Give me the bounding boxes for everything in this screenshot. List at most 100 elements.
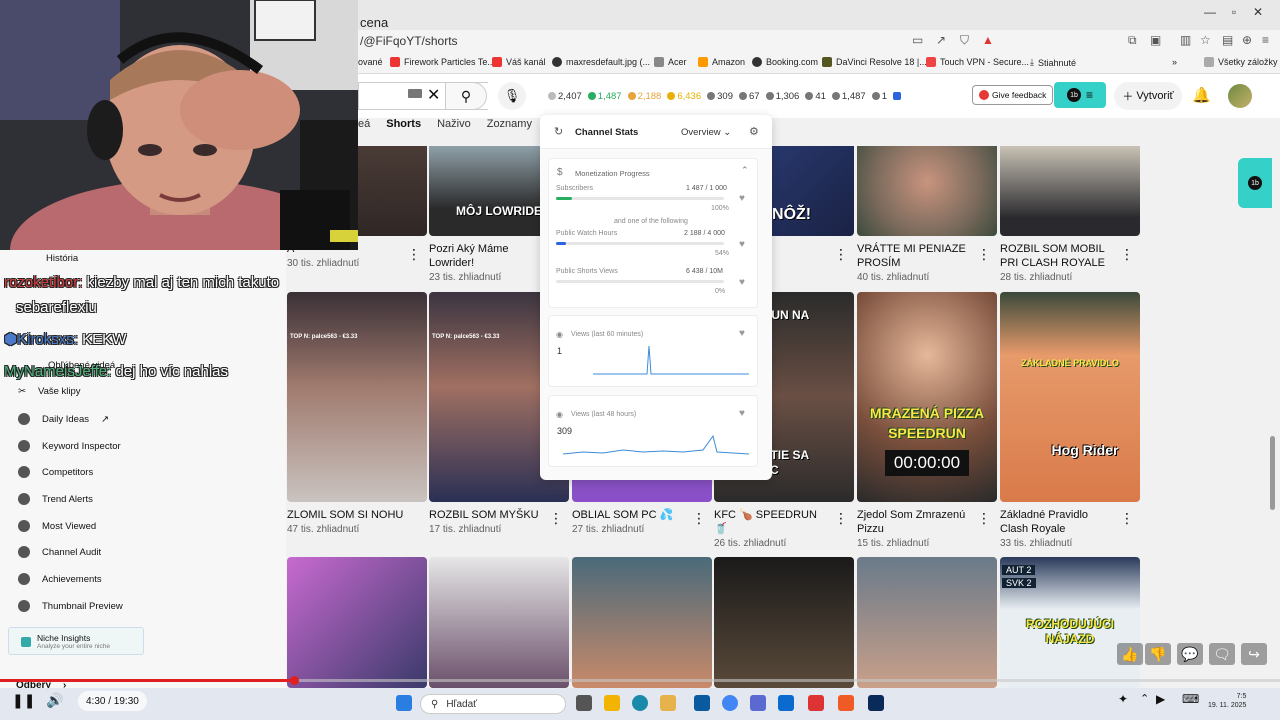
bookmark[interactable]: Touch VPN - Secure...	[926, 57, 1029, 67]
short-card[interactable]: TOP N: palce563 - €3.33 ZLOMIL SOM SI NO…	[287, 292, 427, 535]
tab-live[interactable]: Naživo	[437, 118, 471, 144]
bookmark[interactable]: Všetky záložky	[1204, 57, 1278, 67]
more-icon[interactable]: ⋮	[834, 510, 848, 527]
sparkle-icon[interactable]: ✦	[1118, 692, 1128, 706]
search-button[interactable]: ⚲	[445, 82, 487, 110]
sidebar-item-history[interactable]: História	[46, 253, 78, 264]
chat-reaction-icon[interactable]: 🗨	[1209, 643, 1235, 665]
minimize-icon[interactable]: —	[1198, 5, 1222, 19]
clear-search-icon[interactable]: ✕	[427, 85, 440, 105]
short-thumbnail[interactable]	[714, 557, 854, 688]
short-thumbnail[interactable]: TOP N: palce563 - €3.33	[287, 292, 427, 502]
close-icon[interactable]: ✕	[1246, 5, 1270, 19]
sidebar-item-keyword-inspector[interactable]: Keyword Inspector	[18, 440, 121, 452]
scrollbar[interactable]	[1270, 436, 1275, 510]
give-feedback-button[interactable]: Give feedback	[972, 85, 1054, 105]
url-field[interactable]: /@FiFqoYT/shorts	[360, 34, 458, 48]
bookmark[interactable]: ované	[358, 57, 383, 67]
photoshop-icon[interactable]	[868, 695, 884, 711]
wallet-icon[interactable]: ▤	[1222, 33, 1233, 47]
create-button[interactable]: ＋ Vytvoriť	[1114, 82, 1182, 110]
comment-reaction-icon[interactable]: 💬	[1177, 643, 1203, 665]
short-card[interactable]: MRAZENÁ PIZZA SPEEDRUN 00:00:00 Zjedol S…	[857, 292, 997, 549]
tab-home[interactable]: eá	[358, 118, 370, 144]
sidebar-icon[interactable]: ▥	[1180, 33, 1191, 47]
short-title[interactable]: ROZBIL SOM MOBIL PRI CLASH ROYALE	[1000, 242, 1118, 270]
short-thumbnail[interactable]	[857, 557, 997, 688]
short-thumbnail[interactable]	[572, 557, 712, 688]
bookmark[interactable]: Firework Particles Te...	[390, 57, 495, 67]
bookmark[interactable]: Acer	[654, 57, 687, 67]
media-icon[interactable]: ▶	[1156, 692, 1165, 706]
short-title[interactable]: ROZBIL SOM MYŠKU	[429, 508, 547, 522]
sidebar-item-achievements[interactable]: Achievements	[18, 573, 102, 585]
rewards-icon[interactable]: ▲	[982, 33, 994, 47]
taskbar-search[interactable]: ⚲ Hľadať	[420, 694, 566, 714]
windows-start-icon[interactable]	[396, 695, 412, 711]
heart-icon[interactable]: ♥	[739, 193, 745, 204]
sidebar-item-competitors[interactable]: Competitors	[18, 466, 93, 478]
chrome-icon[interactable]	[722, 695, 738, 711]
vpn-icon[interactable]: ⊕	[1242, 33, 1252, 47]
bookmark[interactable]: ⤓ Stiahnuté	[1030, 57, 1076, 68]
short-title[interactable]: Základné Pravidlo Clash Royale	[1000, 508, 1118, 536]
sidebar-item-most-viewed[interactable]: Most Viewed	[18, 520, 96, 532]
short-thumbnail[interactable]	[287, 557, 427, 688]
dislike-reaction-icon[interactable]: 👎	[1145, 643, 1171, 665]
taskbar-clock[interactable]: 7:5 19. 11. 2025	[1208, 692, 1246, 710]
tab-playlists[interactable]: Zoznamy	[487, 118, 532, 144]
share-reaction-icon[interactable]: ↪	[1241, 643, 1267, 665]
heart-icon[interactable]: ♥	[739, 239, 745, 250]
sidebar-item-trend-alerts[interactable]: Trend Alerts	[18, 493, 93, 505]
settings-icon[interactable]: ⚙	[749, 125, 759, 138]
keyboard-icon[interactable]	[408, 89, 422, 98]
favorites-icon[interactable]: ☆	[1200, 33, 1211, 47]
short-thumbnail[interactable]: MRAZENÁ PIZZA SPEEDRUN 00:00:00	[857, 292, 997, 502]
short-thumbnail[interactable]: AUT 2 SVK 2 ROZHODUJÚCI NÁJAZD	[1000, 557, 1140, 688]
like-reaction-icon[interactable]: 👍	[1117, 643, 1143, 665]
maximize-icon[interactable]: ▫	[1222, 5, 1246, 19]
tab-shorts[interactable]: Shorts	[386, 118, 421, 144]
sidebar-item-clips[interactable]: ✂ Vaše klipy	[18, 386, 81, 397]
sidebar-item-thumbnail-preview[interactable]: Thumbnail Preview	[18, 600, 123, 612]
short-title[interactable]: VRÁTTE MI PENIAZE PROSÍM	[857, 242, 975, 270]
more-icon[interactable]: ⋮	[692, 510, 706, 527]
more-icon[interactable]: ⋮	[549, 510, 563, 527]
pause-icon[interactable]: ❚❚	[12, 692, 35, 709]
bell-icon[interactable]: 🔔	[1192, 86, 1211, 104]
sidebar-item-channel-audit[interactable]: Channel Audit	[18, 546, 101, 558]
short-title[interactable]: ZLOMIL SOM SI NOHU	[287, 508, 405, 522]
more-icon[interactable]: ⋮	[977, 510, 991, 527]
heart-icon[interactable]: ♥	[739, 277, 745, 288]
bookmark[interactable]: DaVinci Resolve 18 |...	[822, 57, 927, 67]
tab-title[interactable]: cena	[360, 15, 388, 30]
short-title[interactable]: Zjedol Som Zmrazenú Pizzu	[857, 508, 975, 536]
voice-search-button[interactable]: 🎙	[498, 82, 526, 110]
volume-icon[interactable]: 🔊	[46, 692, 63, 709]
brave-icon[interactable]	[838, 695, 854, 711]
more-icon[interactable]: ⋮	[1120, 510, 1134, 527]
heart-icon[interactable]: ♥	[739, 408, 745, 419]
menu-icon[interactable]: ≡	[1262, 33, 1269, 47]
app-icon[interactable]	[694, 695, 710, 711]
vidiq-side-button[interactable]: 1b	[1238, 158, 1272, 208]
refresh-icon[interactable]: ↻	[554, 125, 563, 138]
vidiq-button[interactable]: 1b ≡	[1054, 82, 1106, 108]
shield-icon[interactable]: ⛉	[960, 33, 969, 48]
niche-insights-card[interactable]: Niche Insights Analyze your entire niche	[8, 627, 144, 655]
bookmark[interactable]: Váš kanál	[492, 57, 546, 67]
keyboard-icon[interactable]: ⌨	[1182, 692, 1199, 706]
share-icon[interactable]: ↗	[936, 33, 946, 47]
overview-dropdown[interactable]: Overview ⌄	[681, 127, 731, 138]
sidebar-item-daily-ideas[interactable]: Daily Ideas ↗	[18, 413, 109, 425]
more-icon[interactable]: ⋮	[1120, 246, 1134, 263]
short-card[interactable]: VRÁTTE MI PENIAZE PROSÍM 40 tis. zhliadn…	[857, 146, 997, 283]
chevron-up-icon[interactable]: ⌃	[1140, 692, 1149, 705]
short-thumbnail[interactable]: ZÁKLADNÉ PRAVIDLO Hog Rider	[1000, 292, 1140, 502]
explorer-icon[interactable]	[660, 695, 676, 711]
more-bookmarks-icon[interactable]: »	[1172, 57, 1177, 67]
bookmark[interactable]: Amazon	[698, 57, 745, 67]
short-card[interactable]: ZÁKLADNÉ PRAVIDLO Hog Rider Základné Pra…	[1000, 292, 1140, 549]
video-progress-knob[interactable]	[290, 676, 299, 685]
more-icon[interactable]: ⋮	[977, 246, 991, 263]
